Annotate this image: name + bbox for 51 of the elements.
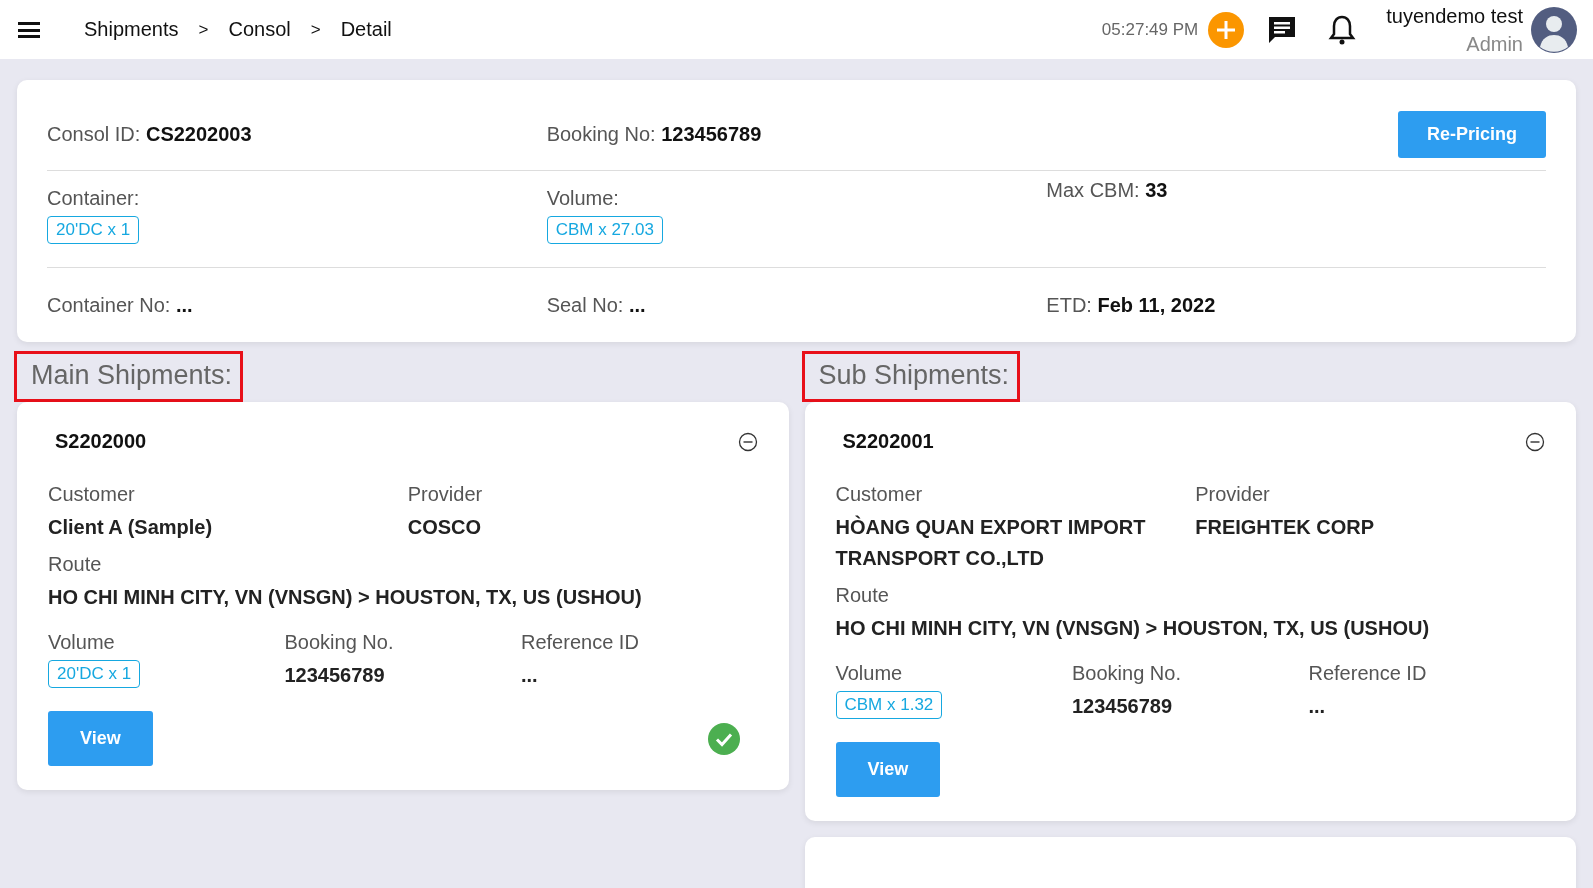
bell-icon[interactable] [1328, 13, 1357, 46]
user-name: tuyendemo test [1386, 3, 1523, 29]
field-value: 123456789 [1072, 694, 1174, 719]
user-role: Admin [1466, 31, 1523, 57]
section-title: Sub Shipments: [801, 351, 1021, 402]
field-text: Consol ID: CS2202003 [47, 122, 253, 146]
field-label: Reference ID [1308, 662, 1428, 685]
field-label: Provider [1195, 483, 1271, 506]
breadcrumb-separator: > [198, 19, 209, 40]
collapse-icon[interactable] [737, 431, 758, 452]
menu-icon[interactable] [18, 20, 40, 39]
breadcrumb-link[interactable]: Detail [340, 18, 392, 41]
tag: CBM x 27.03 [546, 216, 663, 244]
section-title: Main Shipments: [14, 351, 244, 402]
field-label: Volume: [546, 187, 620, 210]
field-value: 123456789 [284, 663, 386, 688]
field-text: Booking No: 123456789 [546, 122, 763, 146]
tag: CBM x 1.32 [835, 691, 943, 719]
field-value: HÒANG QUAN EXPORT IMPORT TRANSPORT CO.,LTD [835, 514, 1147, 571]
field-label: Volume [48, 631, 116, 654]
breadcrumb-separator: > [310, 19, 321, 40]
tag: 20'DC x 1 [48, 660, 141, 688]
shipment-id: S2202000 [55, 430, 147, 453]
field-text: ETD: Feb 11, 2022 [1046, 293, 1217, 317]
collapse-icon[interactable] [1525, 431, 1545, 452]
field-label: Customer [48, 483, 136, 506]
tag: 20'DC x 1 [47, 216, 140, 244]
field-label: Reference ID [521, 631, 640, 654]
field-value: ... [1308, 694, 1327, 719]
field-value: COSCO [407, 515, 483, 540]
breadcrumb-link[interactable]: Consol [228, 18, 291, 41]
field-label: Booking No. [1072, 662, 1182, 685]
field-text: Container No: ... [47, 293, 194, 317]
field-value: ... [521, 663, 539, 688]
field-text: Seal No: ... [546, 293, 647, 317]
breadcrumb-link[interactable]: Shipments [84, 18, 179, 41]
field-label: Provider [407, 483, 484, 506]
field-value: HO CHI MINH CITY, VN (VNSGN) > HOUSTON, TX, US (USHOU) [48, 585, 643, 610]
field-value: Client A (Sample) [48, 515, 214, 540]
avatar-icon[interactable] [1531, 6, 1577, 53]
field-label: Container: [47, 187, 141, 210]
field-value: FREIGHTEK CORP [1195, 515, 1376, 540]
field-label: Route [835, 584, 890, 607]
field-label: Volume [835, 662, 904, 685]
field-label: Booking No. [284, 631, 395, 654]
field-value: HO CHI MINH CITY, VN (VNSGN) > HOUSTON, TX, US (USHOU) [835, 616, 1431, 641]
field-text: Max CBM: 33 [1046, 179, 1169, 203]
field-label: Customer [835, 483, 924, 506]
field-label: Route [48, 553, 103, 576]
shipment-id: S2202001 [842, 430, 934, 453]
clock-time: 05:27:49 PM [1101, 19, 1199, 40]
